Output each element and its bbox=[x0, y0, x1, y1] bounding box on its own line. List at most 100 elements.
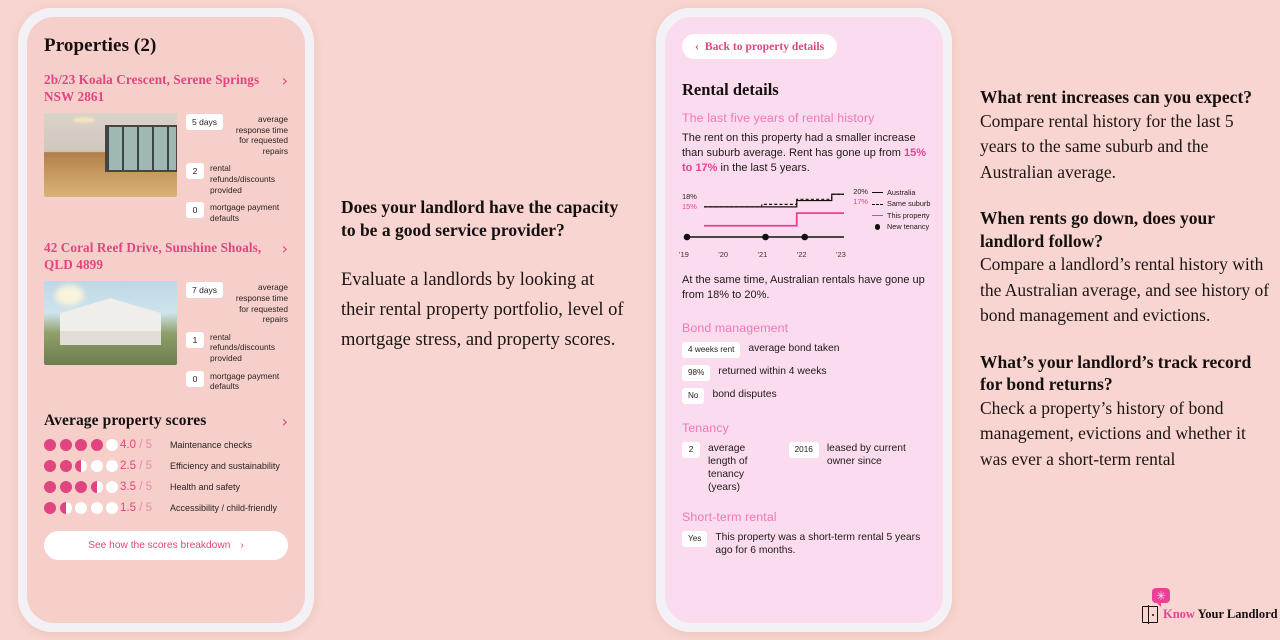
score-label: Health and safety bbox=[170, 481, 241, 492]
property-address: 2b/23 Koala Crescent, Serene Springs NSW… bbox=[44, 72, 260, 104]
rating-dot bbox=[44, 480, 56, 493]
rating-dots bbox=[44, 459, 120, 472]
right-answer: Check a property’s history of bond manag… bbox=[980, 397, 1246, 469]
bond-label: returned within 4 weeks bbox=[718, 366, 827, 377]
copy-block: What’s your landlord’s track record for … bbox=[980, 351, 1270, 473]
score-row: 2.5 / 5 Efficiency and sustainability bbox=[44, 459, 288, 472]
x-tick-label: '22 bbox=[796, 250, 807, 259]
rental-history-paragraph: The rent on this property had a smaller … bbox=[682, 131, 926, 176]
cta-label: See how the scores breakdown bbox=[88, 539, 231, 551]
chevron-right-icon[interactable]: › bbox=[282, 71, 288, 89]
bond-row: No bond disputes bbox=[682, 388, 926, 404]
rental-details-title: Rental details bbox=[682, 80, 779, 99]
score-number: 4.0 bbox=[120, 438, 136, 451]
dot-marker-icon bbox=[872, 224, 883, 230]
rating-dot bbox=[75, 501, 87, 514]
rating-dot bbox=[106, 501, 118, 514]
score-row: 4.0 / 5 Maintenance checks bbox=[44, 438, 288, 451]
tenancy-row: 2016 leased by current owner since bbox=[788, 442, 926, 494]
score-row: 3.5 / 5 Health and safety bbox=[44, 480, 288, 493]
score-list: 4.0 / 5 Maintenance checks 2.5 / 5 Efficien… bbox=[44, 438, 288, 514]
score-denominator: / 5 bbox=[136, 480, 152, 493]
property-header[interactable]: 42 Coral Reef Drive, Sunshine Shoals, QL… bbox=[44, 239, 288, 273]
rating-dot bbox=[44, 459, 56, 472]
see-score-breakdown-button[interactable]: See how the scores breakdown › bbox=[44, 530, 288, 560]
stat-value: 7 days bbox=[186, 282, 224, 299]
rating-dot bbox=[106, 438, 118, 451]
rating-dot bbox=[90, 438, 103, 451]
score-number: 3.5 bbox=[120, 480, 136, 493]
right-answer: Compare a landlord’s rental history with… bbox=[980, 254, 1270, 325]
stat-label: mortgage payment defaults bbox=[210, 202, 280, 223]
score-number: 1.5 bbox=[120, 501, 136, 514]
section-tenancy: Tenancy bbox=[682, 421, 729, 435]
short-term-value: Yes bbox=[682, 531, 708, 547]
bond-row: 4 weeks rent average bond taken bbox=[682, 342, 926, 358]
bond-row: 98% returned within 4 weeks bbox=[682, 365, 926, 381]
rating-dot bbox=[59, 438, 72, 451]
rating-dot bbox=[90, 459, 103, 472]
page-title: Properties (2) bbox=[44, 35, 157, 56]
chevron-right-icon[interactable]: › bbox=[282, 412, 288, 430]
property-card[interactable]: 42 Coral Reef Drive, Sunshine Shoals, QL… bbox=[27, 239, 305, 391]
property-header[interactable]: 2b/23 Koala Crescent, Serene Springs NSW… bbox=[44, 71, 288, 105]
middle-answer: Evaluate a landlords by looking at their… bbox=[341, 270, 624, 350]
tenancy-rows: 2 average length of tenancy (years) 2016… bbox=[682, 435, 926, 494]
phone-mockup-properties: Properties (2) 2b/23 Koala Crescent, Ser… bbox=[18, 8, 314, 632]
score-value: 4.0 / 5 bbox=[120, 439, 170, 451]
new-tenancy-marker bbox=[801, 233, 809, 241]
legend-label: Same suburb bbox=[887, 199, 931, 209]
x-tick-label: '20 bbox=[718, 250, 729, 259]
tenancy-value: 2 bbox=[682, 442, 700, 458]
line-pink-icon bbox=[872, 215, 883, 217]
tenancy-label: leased by current owner since bbox=[826, 443, 906, 467]
tenancy-row: 2 average length of tenancy (years) bbox=[682, 442, 775, 494]
stat-value: 2 bbox=[186, 163, 204, 180]
new-tenancy-marker bbox=[683, 233, 691, 241]
rating-dot bbox=[44, 501, 56, 514]
property-card[interactable]: 2b/23 Koala Crescent, Serene Springs NSW… bbox=[27, 71, 305, 223]
chart-svg bbox=[683, 193, 844, 241]
score-value: 3.5 / 5 bbox=[120, 481, 170, 493]
section-short-term-rental: Short-term rental bbox=[682, 510, 777, 524]
rental-details-screen: ‹ Back to property details Rental detail… bbox=[665, 17, 943, 623]
stat-label: average response time for requested repa… bbox=[235, 114, 288, 156]
property-stats: 7 days average response time for request… bbox=[186, 281, 288, 391]
back-to-property-details-button[interactable]: ‹ Back to property details bbox=[682, 34, 838, 59]
australian-average-paragraph: At the same time, Australian rentals hav… bbox=[682, 274, 925, 301]
back-label: Back to property details bbox=[704, 40, 825, 53]
chevron-right-icon: › bbox=[240, 539, 244, 551]
chart-label-australia-start: 18% bbox=[682, 192, 697, 201]
x-tick-label: '21 bbox=[757, 250, 768, 259]
stat-row: 7 days average response time for request… bbox=[186, 282, 288, 324]
rating-dots bbox=[44, 480, 120, 493]
average-property-scores-header[interactable]: Average property scores › bbox=[44, 412, 288, 430]
score-number: 2.5 bbox=[120, 459, 136, 472]
asterisk-icon: ✳ bbox=[1155, 588, 1167, 603]
bond-label: average bond taken bbox=[748, 343, 840, 354]
section-rental-history: The last five years of rental history bbox=[682, 111, 875, 125]
copy-block: When rents go down, does your landlord f… bbox=[980, 207, 1270, 329]
stat-row: 0 mortgage payment defaults bbox=[186, 202, 288, 223]
stat-value: 1 bbox=[186, 331, 204, 348]
poster-stage: Properties (2) 2b/23 Koala Crescent, Ser… bbox=[0, 0, 1280, 640]
chevron-left-icon: ‹ bbox=[695, 40, 699, 53]
right-answer: Compare rental history for the last 5 ye… bbox=[980, 110, 1234, 182]
property-photo bbox=[44, 281, 177, 366]
rating-dot bbox=[44, 438, 56, 451]
line-dashed-icon bbox=[872, 203, 883, 205]
rating-dot bbox=[59, 459, 72, 472]
rating-dot bbox=[75, 480, 87, 493]
bond-value: 98% bbox=[682, 365, 711, 381]
rating-dots bbox=[44, 501, 120, 514]
legend-label: New tenancy bbox=[887, 222, 930, 232]
copy-column-right: What rent increases can you expect? Comp… bbox=[980, 86, 1270, 494]
new-tenancy-marker bbox=[762, 233, 769, 241]
stat-value: 0 bbox=[186, 370, 204, 387]
stat-value: 0 bbox=[186, 202, 204, 219]
chevron-right-icon[interactable]: › bbox=[282, 239, 288, 257]
rating-dot bbox=[90, 480, 103, 493]
brand-logo: ✳ Know Your Landlord bbox=[1142, 588, 1278, 624]
bond-label: bond disputes bbox=[712, 389, 777, 400]
rating-dot bbox=[59, 501, 72, 514]
